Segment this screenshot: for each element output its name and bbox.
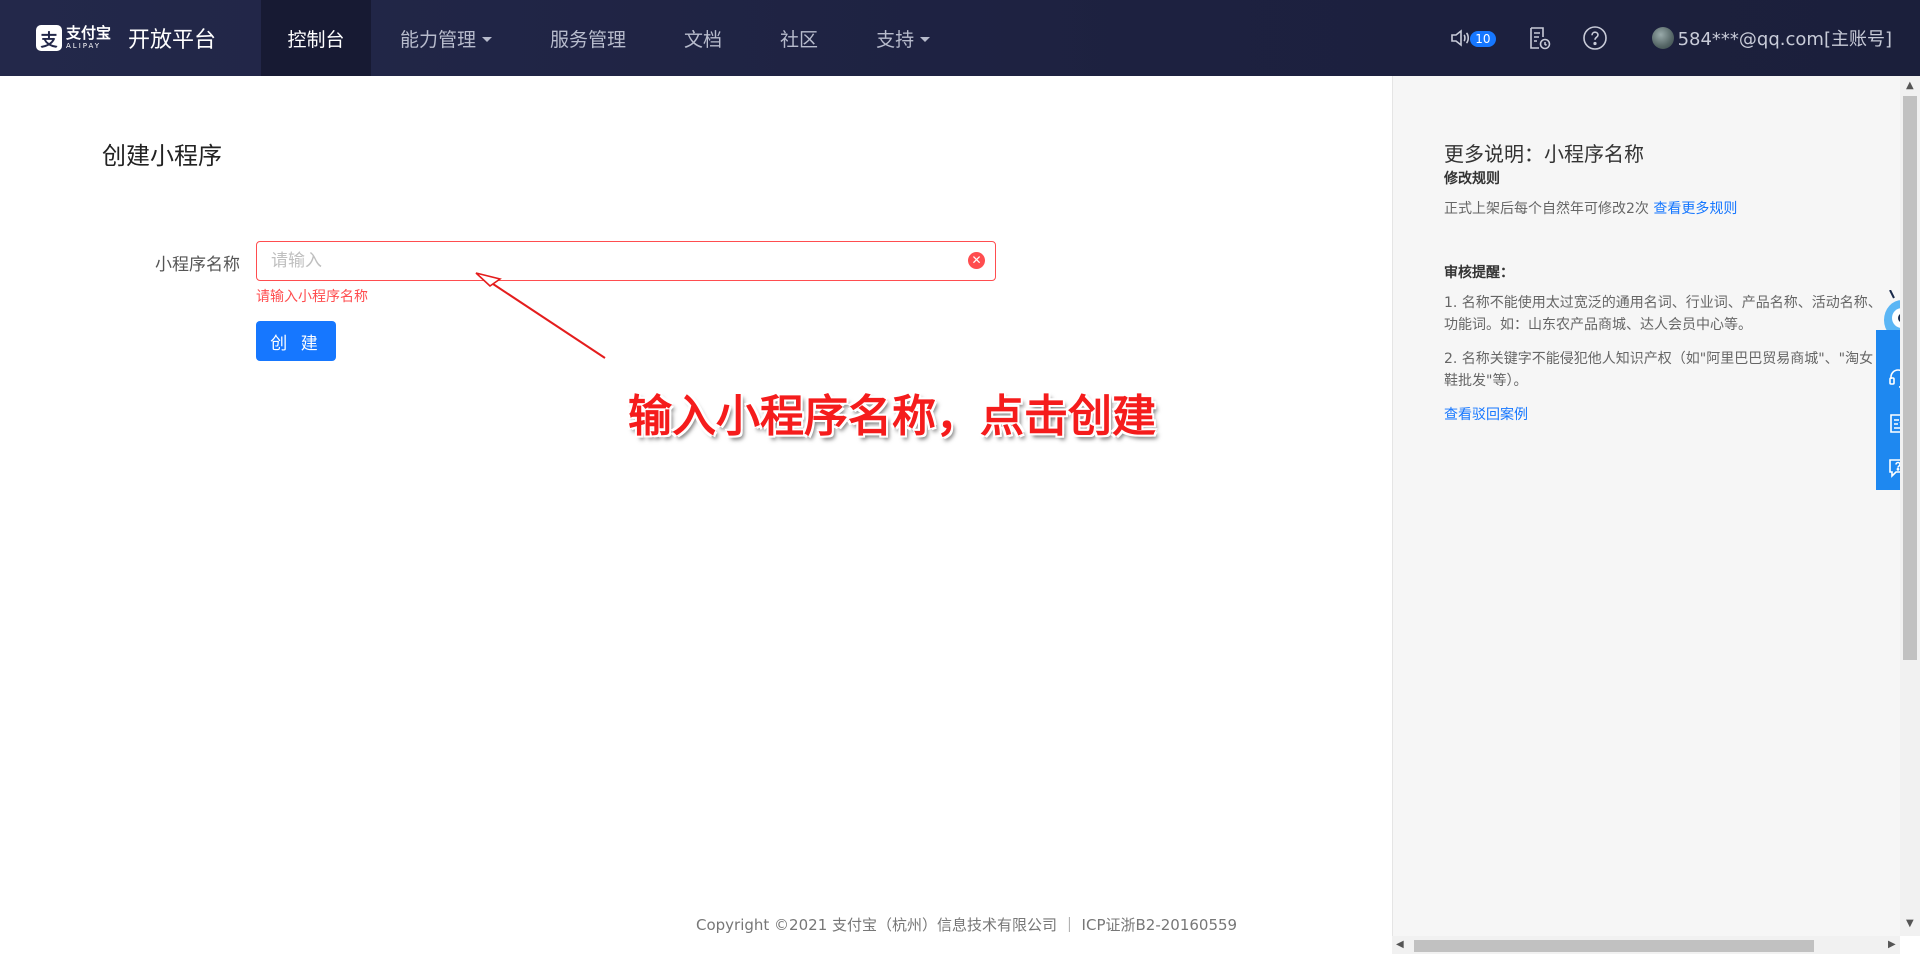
platform-title[interactable]: 开放平台 — [128, 22, 216, 54]
document-clock-icon — [1529, 27, 1550, 50]
logo-en: ALIPAY — [66, 42, 102, 50]
nav-label: 文档 — [684, 28, 723, 51]
help-button[interactable] — [1582, 25, 1608, 51]
alipay-logo[interactable]: 支 支付宝 ALIPAY — [36, 20, 111, 56]
page-title: 创建小程序 — [102, 142, 222, 170]
more-rules-link[interactable]: 查看更多规则 — [1653, 201, 1737, 217]
notification-badge: 10 — [1470, 31, 1496, 47]
nav-label: 能力管理 — [400, 28, 477, 51]
user-account-menu[interactable]: 584***@qq.com[主账号] — [1651, 25, 1892, 51]
caret-down-icon — [482, 36, 493, 42]
question-circle-icon — [1582, 26, 1607, 50]
nav-item-docs[interactable]: 文档 — [655, 0, 751, 76]
alipay-logo-icon: 支 — [36, 25, 62, 51]
avatar — [1651, 27, 1674, 49]
clear-input-icon[interactable]: ✕ — [968, 252, 985, 269]
logo-text: 支付宝 ALIPAY — [66, 26, 111, 50]
nav-label: 服务管理 — [550, 28, 627, 51]
annotation-arrow — [475, 272, 606, 359]
help-side-panel: 更多说明：小程序名称 修改规则 正式上架后每个自然年可修改2次 查看更多规则 审… — [1392, 76, 1900, 954]
main-nav: 控制台 能力管理 服务管理 文档 社区 支持 — [261, 0, 959, 76]
nav-label: 支持 — [876, 28, 915, 51]
nav-item-service[interactable]: 服务管理 — [521, 0, 655, 76]
nav-item-community[interactable]: 社区 — [751, 0, 847, 76]
review-heading: 审核提醒： — [1444, 265, 1514, 281]
rules-description: 正式上架后每个自然年可修改2次 — [1444, 201, 1649, 217]
nav-label: 社区 — [780, 28, 819, 51]
rejected-cases-link[interactable]: 查看驳回案例 — [1444, 404, 1884, 426]
nav-item-capability[interactable]: 能力管理 — [371, 0, 521, 76]
annotation-text: 输入小程序名称，点击创建 — [628, 391, 1156, 442]
top-navigation-bar: 支 支付宝 ALIPAY 开放平台 控制台 能力管理 服务管理 文档 社区 支持… — [0, 0, 1920, 76]
scroll-down-arrow-icon[interactable]: ▼ — [1906, 918, 1914, 929]
notification-button[interactable]: 10 — [1448, 26, 1496, 50]
header-actions: 10 584***@qq.com[主账号] — [1418, 0, 1892, 76]
scroll-up-arrow-icon[interactable]: ▲ — [1906, 80, 1914, 91]
nav-item-support[interactable]: 支持 — [847, 0, 959, 76]
footer-copyright: Copyright ©2021 支付宝（杭州）信息技术有限公司 ｜ ICP证浙B… — [696, 916, 1238, 934]
review-item-2: 2. 名称关键字不能侵犯他人知识产权（如"阿里巴巴贸易商城"、"淘女鞋批发"等）… — [1444, 351, 1874, 389]
logo-cn: 支付宝 — [66, 24, 112, 42]
scroll-right-arrow-icon[interactable]: ▶ — [1888, 939, 1896, 950]
speaker-icon — [1451, 29, 1470, 47]
nav-item-console[interactable]: 控制台 — [261, 0, 371, 76]
nav-label: 控制台 — [287, 28, 345, 51]
caret-down-icon — [920, 36, 931, 42]
rules-text: 正式上架后每个自然年可修改2次 查看更多规则 — [1444, 198, 1884, 220]
tasks-button[interactable] — [1526, 25, 1552, 51]
side-panel-title: 更多说明：小程序名称 — [1444, 142, 1644, 166]
horizontal-scroll-thumb[interactable] — [1414, 940, 1814, 952]
mini-program-name-input[interactable] — [256, 241, 996, 281]
create-button[interactable]: 创 建 — [256, 321, 336, 361]
mini-program-name-label: 小程序名称 — [155, 255, 240, 275]
scroll-left-arrow-icon[interactable]: ◀ — [1396, 939, 1404, 950]
review-item-1: 1. 名称不能使用太过宽泛的通用名词、行业词、产品名称、活动名称、功能词。如：山… — [1444, 295, 1882, 333]
validation-error: 请输入小程序名称 — [256, 289, 368, 305]
rules-heading: 修改规则 — [1444, 171, 1500, 187]
vertical-scroll-thumb[interactable] — [1903, 96, 1917, 660]
user-email: 584***@qq.com[主账号] — [1677, 29, 1892, 50]
